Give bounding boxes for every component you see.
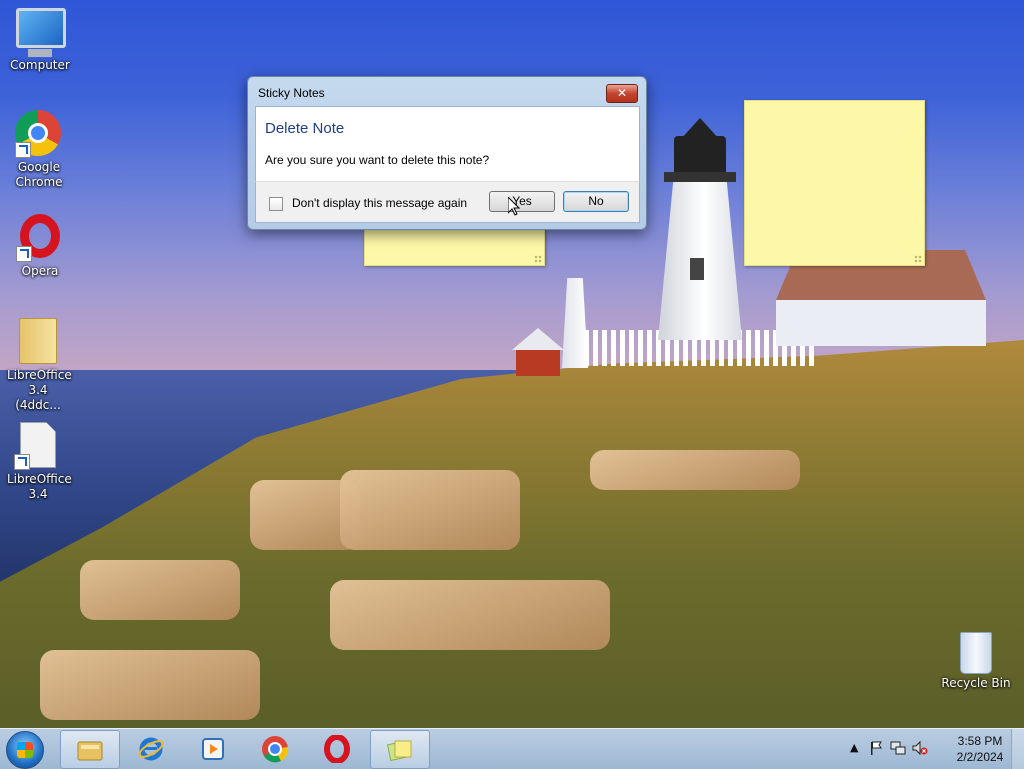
show-hidden-icons-button[interactable]: ▲ (850, 741, 858, 754)
recycle-bin-icon (952, 632, 1000, 674)
desktop-icon-label: Computer (10, 58, 70, 72)
wallpaper-rock (330, 580, 610, 650)
sticky-note[interactable] (744, 100, 925, 266)
folder-shape (19, 318, 57, 364)
clock-time: 3:58 PM (957, 734, 1003, 748)
shortcut-arrow-icon (14, 454, 30, 470)
close-icon: ✕ (616, 86, 628, 100)
house-body (776, 300, 986, 346)
taskbar-windows-explorer[interactable] (60, 730, 120, 769)
computer-icon (16, 8, 66, 57)
start-button[interactable] (6, 731, 44, 769)
desktop-icon-label: Opera (21, 264, 59, 278)
action-center-flag-icon[interactable] (868, 740, 884, 756)
mouse-cursor-icon (508, 197, 520, 216)
shed-roof (512, 328, 564, 350)
desktop-icon-libreoffice[interactable]: LibreOffice 3.4 (0, 422, 76, 502)
folder-icon (14, 318, 62, 366)
chrome-icon (15, 110, 63, 158)
bin-shape (960, 632, 992, 674)
dont-display-label[interactable]: Don't display this message again (292, 196, 467, 210)
dialog-footer: Don't display this message again Yes No (255, 181, 640, 223)
folder-icon (77, 741, 103, 761)
shed-body (516, 350, 560, 376)
wallpaper-lighthouse (652, 110, 748, 340)
dialog-title: Sticky Notes (258, 86, 325, 100)
monitor-shape (16, 8, 66, 48)
wallpaper-shed (512, 328, 564, 376)
resize-grip-icon[interactable] (914, 255, 922, 263)
resize-grip-icon[interactable] (534, 255, 542, 263)
chrome-icon (262, 736, 289, 763)
desktop-icon-label: LibreOffice 3.4 (4ddc... (7, 368, 72, 412)
close-button[interactable]: ✕ (606, 84, 638, 103)
document-icon (14, 422, 62, 470)
clock-date: 2/2/2024 (956, 750, 1004, 764)
dont-display-checkbox[interactable] (269, 197, 283, 211)
dialog-message: Are you sure you want to delete this not… (265, 153, 490, 167)
system-clock[interactable]: 3:58 PM 2/2/2024 (950, 733, 1010, 765)
network-icon[interactable] (890, 740, 906, 756)
desktop-icon-recycle-bin[interactable]: Recycle Bin (938, 632, 1014, 691)
desktop-icon-computer[interactable]: Computer (2, 8, 78, 73)
taskbar-opera[interactable] (308, 730, 366, 767)
shortcut-arrow-icon (15, 142, 31, 158)
opera-icon (324, 735, 350, 763)
dialog-content: Delete Note Are you sure you want to del… (255, 106, 640, 182)
taskbar-google-chrome[interactable] (246, 730, 304, 767)
taskbar-windows-media-player[interactable] (184, 730, 242, 767)
desktop-icon-label: Google Chrome (15, 160, 63, 189)
taskbar-internet-explorer[interactable] (122, 730, 180, 767)
wallpaper-rock (340, 470, 520, 550)
opera-icon (16, 214, 64, 262)
lighthouse-rail (664, 172, 736, 182)
taskbar-sticky-notes[interactable] (370, 730, 430, 769)
system-tray: ▲ 3:58 PM 2/2/2024 (844, 729, 1024, 769)
desktop-icon-opera[interactable]: Opera (2, 214, 78, 279)
media-player-icon (202, 738, 224, 760)
yes-button[interactable]: Yes (489, 191, 555, 212)
show-desktop-button[interactable] (1011, 729, 1024, 769)
wallpaper-rock (590, 450, 800, 490)
desktop-icon-label: LibreOffice 3.4 (7, 472, 72, 501)
no-button[interactable]: No (563, 191, 629, 212)
desktop-icon-libreoffice-folder[interactable]: LibreOffice 3.4 (4ddc... (0, 318, 76, 413)
sticky-notes-icon (386, 740, 412, 762)
windows-logo-icon (17, 742, 33, 758)
lighthouse-window (690, 258, 704, 280)
wallpaper-rock (80, 560, 240, 620)
volume-muted-icon[interactable] (912, 740, 928, 756)
desktop-icon-label: Recycle Bin (941, 676, 1011, 690)
shortcut-arrow-icon (16, 246, 32, 262)
internet-explorer-icon (138, 737, 164, 761)
monitor-stand (28, 49, 52, 57)
desktop-icon-google-chrome[interactable]: Google Chrome (2, 110, 76, 190)
taskbar: ▲ 3:58 PM 2/2/2024 (0, 728, 1024, 769)
wallpaper-rock (40, 650, 260, 720)
delete-note-dialog: Sticky Notes ✕ Delete Note Are you sure … (247, 76, 647, 230)
dialog-heading: Delete Note (265, 120, 345, 137)
